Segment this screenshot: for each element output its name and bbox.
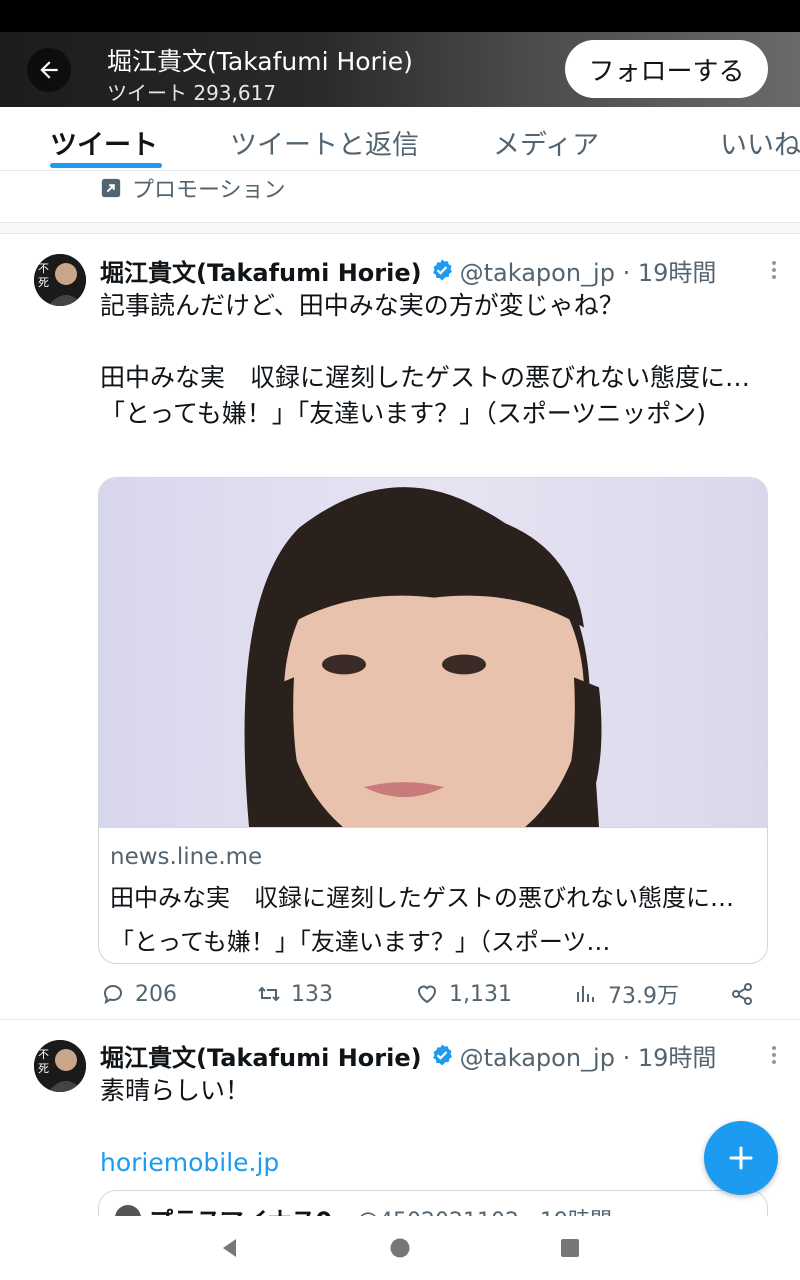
tab-tweets-and-replies[interactable]: ツイートと返信: [230, 123, 419, 162]
tweet-count: ツイート 293,617: [107, 81, 277, 105]
avatar[interactable]: 不 死: [34, 1040, 86, 1092]
card-domain: news.line.me: [110, 844, 263, 870]
card-image: [99, 478, 767, 828]
profile-tabs: ツイート ツイートと返信 メディア いいね: [0, 107, 800, 171]
like-button[interactable]: 1,131: [415, 976, 512, 1012]
tab-likes[interactable]: いいね: [720, 123, 800, 162]
author-name[interactable]: 堀江貴文(Takafumi Horie): [100, 1038, 422, 1073]
share-icon: [732, 983, 752, 1005]
views-count: 73.9万: [608, 984, 679, 1009]
avatar-image: 不 死: [34, 254, 86, 306]
tweet-divider: [0, 1019, 800, 1020]
link-card[interactable]: news.line.me 田中みな実 収録に遅刻したゲストの悪びれない態度に…「…: [98, 477, 768, 964]
retweet-count: 133: [291, 981, 333, 1007]
tweet-actions: 206 133 1,131 73.9万: [0, 976, 800, 1012]
svg-text:死: 死: [38, 1062, 49, 1075]
more-options-icon[interactable]: [764, 258, 784, 282]
card-title: 田中みな実 収録に遅刻したゲストの悪びれない態度に…「とっても嫌！」「友達います…: [110, 884, 734, 956]
avatar[interactable]: 不 死: [34, 254, 86, 306]
reply-icon: [103, 984, 123, 1005]
svg-text:不: 不: [38, 1048, 49, 1061]
views-chart-icon: [577, 986, 594, 1002]
promoted-icon: [101, 178, 121, 198]
verified-badge-icon: [432, 259, 452, 281]
active-tab-indicator: [50, 163, 162, 168]
promoted-label[interactable]: プロモーション: [100, 173, 286, 203]
plus-icon: [729, 1146, 753, 1170]
handle-and-time: @takapon_jp · 19時間: [459, 258, 717, 287]
more-options-icon[interactable]: [764, 1043, 784, 1067]
tab-tweets[interactable]: ツイート: [50, 123, 158, 162]
author-name[interactable]: 堀江貴文(Takafumi Horie): [100, 253, 422, 288]
share-button[interactable]: [730, 976, 764, 1012]
nav-back-icon[interactable]: [218, 1236, 242, 1260]
compose-tweet-button[interactable]: [704, 1121, 778, 1195]
tweet-link[interactable]: horiemobile.jp: [100, 1145, 760, 1181]
nav-recents-icon[interactable]: [558, 1236, 582, 1260]
svg-text:不: 不: [38, 262, 49, 275]
profile-name: 堀江貴文(Takafumi Horie): [107, 47, 413, 76]
retweet-button[interactable]: 133: [257, 976, 333, 1012]
tab-media[interactable]: メディア: [493, 123, 599, 162]
nav-home-icon[interactable]: [388, 1236, 412, 1260]
reply-count: 206: [135, 981, 177, 1007]
back-button[interactable]: [27, 48, 71, 92]
tweet-text: 素晴らしい！: [100, 1076, 251, 1105]
views-button[interactable]: 73.9万: [574, 976, 679, 1012]
status-bar: [0, 0, 800, 32]
like-count: 1,131: [449, 981, 512, 1007]
svg-text:死: 死: [38, 276, 49, 289]
follow-button[interactable]: フォローする: [565, 40, 768, 98]
reply-button[interactable]: 206: [101, 976, 177, 1012]
section-divider: [0, 222, 800, 234]
avatar-image: 不 死: [34, 1040, 86, 1092]
handle-and-time: @takapon_jp · 19時間: [459, 1043, 717, 1072]
retweet-icon: [258, 986, 280, 1002]
profile-header: 堀江貴文(Takafumi Horie) ツイート 293,617 フォローする: [0, 32, 800, 107]
heart-icon: [417, 985, 437, 1004]
tweet-text: 記事読んだけど、田中みな実の方が変じゃね？ 田中みな実 収録に遅刻したゲストの悪…: [100, 291, 751, 428]
system-nav-bar: [0, 1216, 800, 1280]
verified-badge-icon: [432, 1044, 452, 1066]
arrow-left-icon: [40, 61, 58, 79]
promoted-text: プロモーション: [132, 178, 286, 203]
